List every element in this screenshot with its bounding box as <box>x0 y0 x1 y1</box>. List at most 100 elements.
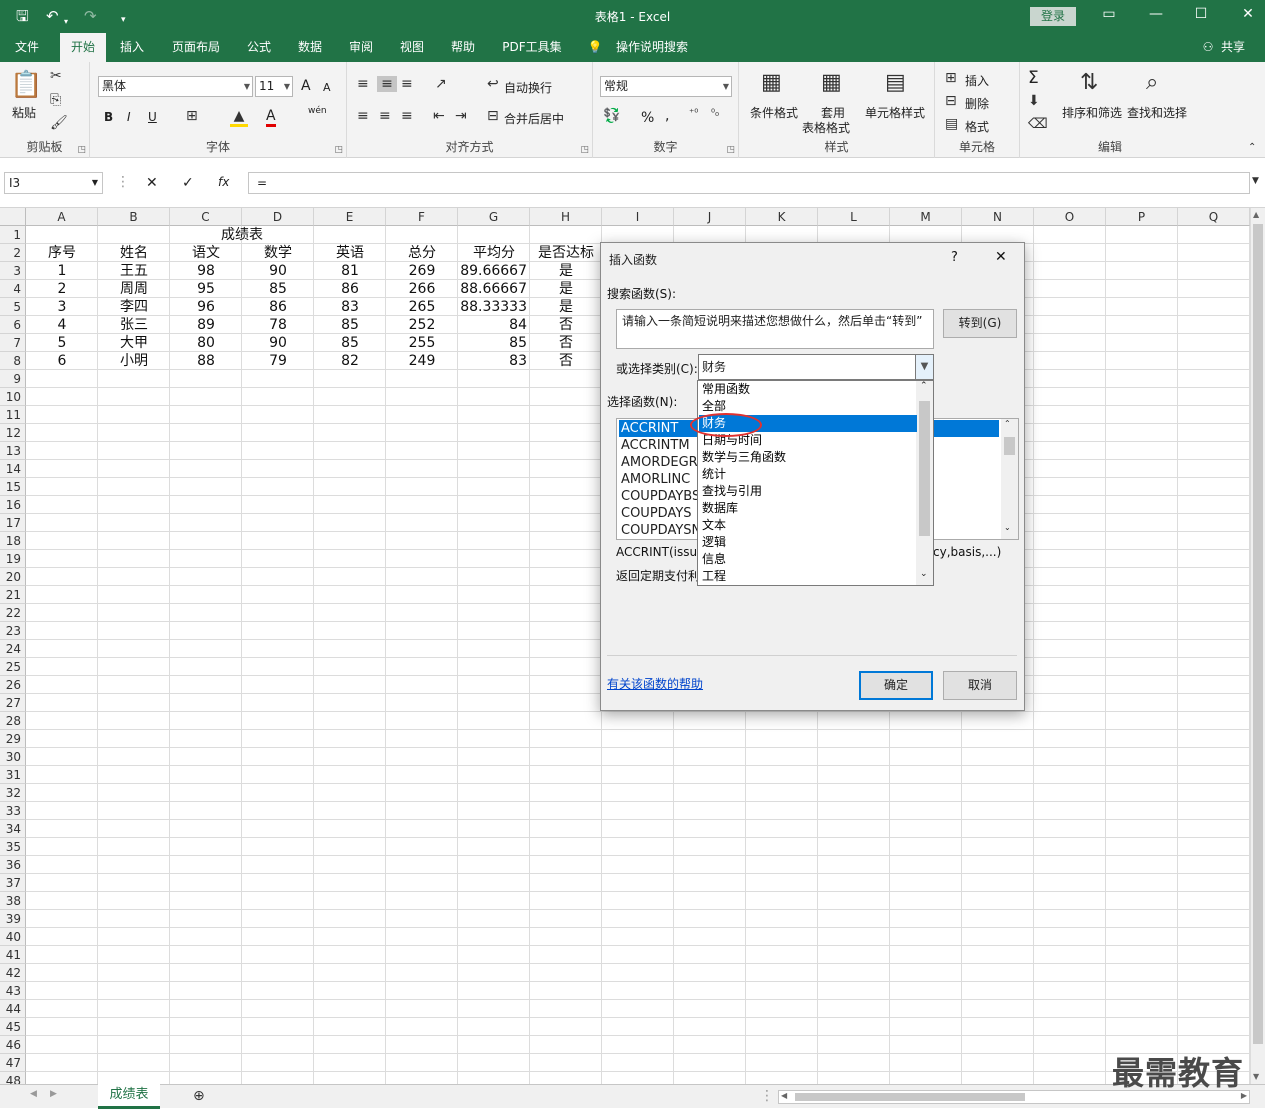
table-cell[interactable]: 86 <box>242 298 314 316</box>
chevron-down-icon[interactable]: ▼ <box>915 355 933 379</box>
row-header[interactable]: 5 <box>0 298 26 316</box>
close-icon[interactable]: ✕ <box>1233 6 1263 22</box>
table-cell[interactable]: 85 <box>458 334 530 352</box>
goto-button[interactable]: 转到(G) <box>943 309 1017 338</box>
table-cell[interactable]: 84 <box>458 316 530 334</box>
table-cell[interactable]: 4 <box>26 316 98 334</box>
minimize-icon[interactable]: — <box>1141 6 1171 22</box>
row-header[interactable]: 43 <box>0 982 26 1000</box>
wrap-text-icon[interactable]: ↩ <box>487 76 499 92</box>
table-cell[interactable]: 大甲 <box>98 334 170 352</box>
table-cell[interactable]: 否 <box>530 316 602 334</box>
row-header[interactable]: 46 <box>0 1036 26 1054</box>
row-header[interactable]: 42 <box>0 964 26 982</box>
row-header[interactable]: 40 <box>0 928 26 946</box>
column-header[interactable]: B <box>98 208 170 226</box>
prev-sheet-icon[interactable]: ◀ <box>30 1089 37 1099</box>
dialog-launcher-icon[interactable]: ◳ <box>77 145 86 155</box>
column-header[interactable]: F <box>386 208 458 226</box>
table-cell[interactable]: 269 <box>386 262 458 280</box>
column-header[interactable]: C <box>170 208 242 226</box>
row-header[interactable]: 30 <box>0 748 26 766</box>
format-cells-icon[interactable]: ▤ <box>945 116 958 132</box>
table-cell[interactable]: 82 <box>314 352 386 370</box>
orientation-icon[interactable]: ↗ <box>435 76 447 92</box>
table-cell[interactable]: 83 <box>458 352 530 370</box>
table-cell[interactable]: 249 <box>386 352 458 370</box>
table-cell[interactable]: 266 <box>386 280 458 298</box>
column-header[interactable]: D <box>242 208 314 226</box>
delete-cells-icon[interactable]: ⊟ <box>945 93 957 109</box>
table-cell[interactable]: 6 <box>26 352 98 370</box>
table-cell[interactable]: 小明 <box>98 352 170 370</box>
next-sheet-icon[interactable]: ▶ <box>50 1089 57 1099</box>
column-header[interactable]: Q <box>1178 208 1250 226</box>
share-button[interactable]: 共享 <box>1216 33 1250 62</box>
search-function-input[interactable]: 请输入一条简短说明来描述您想做什么，然后单击“转到” <box>616 309 934 349</box>
category-option[interactable]: 文本 <box>699 517 917 534</box>
format-cells-button[interactable]: 格式 <box>965 118 989 135</box>
category-option[interactable]: 信息 <box>699 551 917 568</box>
chevron-down-icon[interactable]: ▼ <box>92 173 98 193</box>
row-header[interactable]: 45 <box>0 1018 26 1036</box>
table-cell[interactable]: 80 <box>170 334 242 352</box>
table-cell[interactable]: 王五 <box>98 262 170 280</box>
format-table-line2[interactable]: 表格格式 <box>802 119 850 136</box>
number-format-select[interactable]: 常规 ▼ <box>600 76 732 97</box>
align-left-icon[interactable]: ≡ <box>357 108 369 124</box>
row-header[interactable]: 44 <box>0 1000 26 1018</box>
table-cell[interactable]: 否 <box>530 334 602 352</box>
vertical-scrollbar[interactable]: ▲ ▼ <box>1250 208 1265 1084</box>
row-header[interactable]: 11 <box>0 406 26 424</box>
table-cell[interactable]: 83 <box>314 298 386 316</box>
row-header[interactable]: 17 <box>0 514 26 532</box>
insert-function-button[interactable]: fx <box>218 175 229 189</box>
confirm-entry-button[interactable]: ✓ <box>182 175 194 191</box>
dialog-launcher-icon[interactable]: ◳ <box>580 145 589 155</box>
header-cell[interactable]: 姓名 <box>98 244 170 262</box>
column-header[interactable]: E <box>314 208 386 226</box>
insert-cells-icon[interactable]: ⊞ <box>945 70 957 86</box>
close-icon[interactable]: ✕ <box>995 249 1007 265</box>
format-table-icon[interactable]: ▦ <box>821 70 842 95</box>
row-header[interactable]: 36 <box>0 856 26 874</box>
dialog-launcher-icon[interactable]: ◳ <box>334 145 343 155</box>
table-cell[interactable]: 96 <box>170 298 242 316</box>
row-header[interactable]: 3 <box>0 262 26 280</box>
tab-data[interactable]: 数据 <box>287 33 333 62</box>
table-cell[interactable]: 周周 <box>98 280 170 298</box>
column-header[interactable]: K <box>746 208 818 226</box>
table-cell[interactable]: 是 <box>530 280 602 298</box>
add-sheet-icon[interactable]: ⊕ <box>193 1088 205 1104</box>
row-header[interactable]: 15 <box>0 478 26 496</box>
align-middle-icon[interactable]: ≡ <box>377 76 397 92</box>
row-header[interactable]: 21 <box>0 586 26 604</box>
currency-icon[interactable]: 💱 <box>603 108 620 124</box>
table-cell[interactable]: 79 <box>242 352 314 370</box>
column-header[interactable]: P <box>1106 208 1178 226</box>
conditional-format-button[interactable]: 条件格式 <box>750 104 798 121</box>
row-header[interactable]: 10 <box>0 388 26 406</box>
column-header[interactable]: N <box>962 208 1034 226</box>
insert-cells-button[interactable]: 插入 <box>965 72 989 89</box>
table-cell[interactable]: 265 <box>386 298 458 316</box>
table-cell[interactable]: 是 <box>530 298 602 316</box>
table-cell[interactable]: 90 <box>242 334 314 352</box>
table-cell[interactable]: 95 <box>170 280 242 298</box>
tab-pdf-tools[interactable]: PDF工具集 <box>494 33 570 62</box>
percent-button[interactable]: % <box>641 110 654 126</box>
header-cell[interactable]: 语文 <box>170 244 242 262</box>
row-header[interactable]: 18 <box>0 532 26 550</box>
category-option[interactable]: 数据库 <box>699 500 917 517</box>
scroll-thumb[interactable] <box>1004 437 1015 455</box>
scroll-thumb[interactable] <box>1253 224 1263 1044</box>
row-header[interactable]: 34 <box>0 820 26 838</box>
category-option[interactable]: 数学与三角函数 <box>699 449 917 466</box>
decrease-decimal-icon[interactable]: ⁰₀ <box>711 108 719 119</box>
row-header[interactable]: 6 <box>0 316 26 334</box>
scroll-down-icon[interactable]: ⌄ <box>920 569 928 579</box>
ribbon-display-icon[interactable]: ▭ <box>1094 6 1124 22</box>
row-header[interactable]: 2 <box>0 244 26 262</box>
dropdown-scrollbar[interactable]: ⌃ ⌄ <box>916 381 933 585</box>
table-cell[interactable]: 85 <box>242 280 314 298</box>
